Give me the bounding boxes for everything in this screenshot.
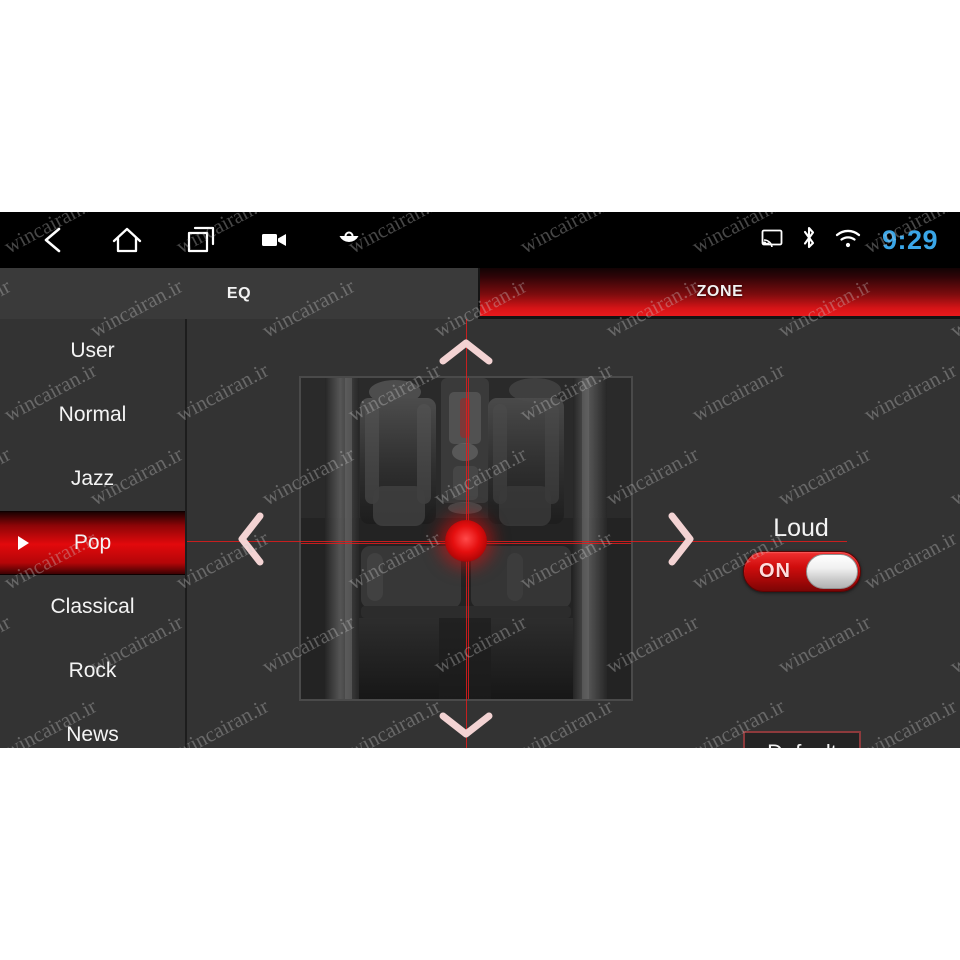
preset-item-classical[interactable]: Classical bbox=[0, 575, 185, 639]
selected-marker-icon bbox=[18, 536, 29, 550]
preset-label: News bbox=[66, 723, 119, 746]
zone-left-button[interactable] bbox=[215, 499, 287, 579]
preset-label: Classical bbox=[50, 595, 135, 618]
preset-label: Pop bbox=[73, 531, 112, 554]
sound-focus-dot[interactable] bbox=[445, 520, 487, 562]
back-icon[interactable] bbox=[34, 221, 72, 259]
preset-label: User bbox=[70, 339, 115, 362]
default-button-label: Default bbox=[767, 740, 837, 748]
tab-zone[interactable]: ZONE bbox=[480, 268, 960, 319]
status-indicators: 9:29 bbox=[761, 212, 938, 268]
preset-label: Jazz bbox=[70, 467, 115, 490]
toggle-knob bbox=[806, 554, 858, 589]
tab-eq[interactable]: EQ bbox=[0, 268, 480, 319]
zone-right-button[interactable] bbox=[645, 499, 717, 579]
preset-item-user[interactable]: User bbox=[0, 319, 185, 383]
loud-label: Loud bbox=[773, 514, 829, 542]
zone-car-view[interactable] bbox=[187, 319, 847, 748]
cast-icon bbox=[761, 229, 783, 252]
tab-zone-label: ZONE bbox=[696, 283, 744, 300]
content-area: User Normal Jazz Pop Classical Rock News… bbox=[0, 319, 960, 748]
navigation-bar bbox=[34, 221, 368, 259]
zone-control-panel: Loud ON Default bbox=[187, 319, 960, 748]
tab-bar: EQ ZONE bbox=[0, 268, 960, 319]
bluetooth-icon bbox=[800, 225, 818, 256]
zone-down-button[interactable] bbox=[383, 701, 549, 748]
eq-preset-list: User Normal Jazz Pop Classical Rock News bbox=[0, 319, 187, 748]
clock: 9:29 bbox=[881, 224, 938, 255]
status-bar: 9:29 bbox=[0, 212, 960, 268]
preset-item-rock[interactable]: Rock bbox=[0, 639, 185, 703]
preset-item-normal[interactable]: Normal bbox=[0, 383, 185, 447]
home-icon[interactable] bbox=[108, 221, 146, 259]
loud-toggle[interactable]: ON bbox=[743, 551, 861, 592]
bag-icon[interactable] bbox=[330, 221, 368, 259]
preset-item-news[interactable]: News bbox=[0, 703, 185, 748]
loud-state-label: ON bbox=[759, 560, 791, 582]
wifi-icon bbox=[835, 228, 861, 253]
tab-eq-label: EQ bbox=[226, 284, 252, 302]
preset-label: Rock bbox=[68, 659, 117, 682]
zone-up-button[interactable] bbox=[383, 328, 549, 376]
preset-item-jazz[interactable]: Jazz bbox=[0, 447, 185, 511]
video-camera-icon[interactable] bbox=[256, 221, 294, 259]
head-unit-screen: 9:29 EQ ZONE User Normal Jazz Pop Classi… bbox=[0, 212, 960, 748]
default-button[interactable]: Default bbox=[743, 731, 861, 748]
preset-label: Normal bbox=[58, 403, 127, 426]
preset-item-pop[interactable]: Pop bbox=[0, 511, 185, 575]
recents-icon[interactable] bbox=[182, 221, 220, 259]
